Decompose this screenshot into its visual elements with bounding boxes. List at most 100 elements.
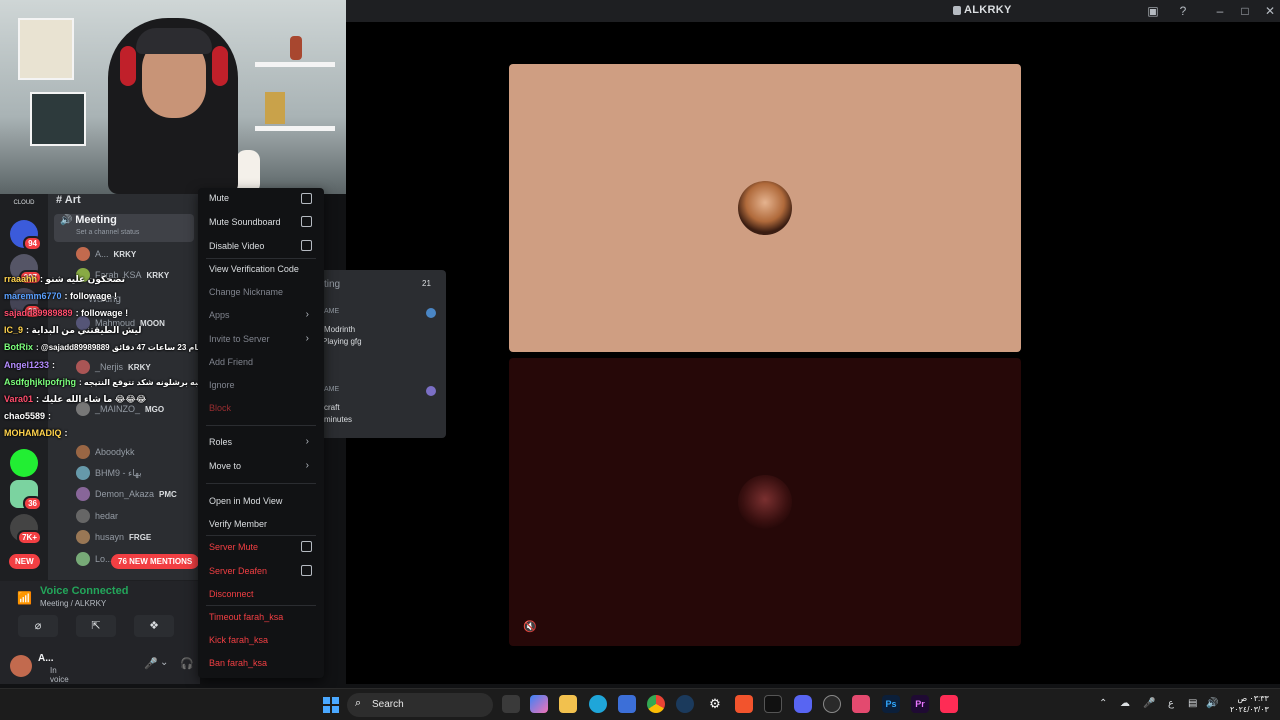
menu-item-label: Open in Mod View [209, 496, 283, 506]
help-icon[interactable]: ? [1176, 4, 1190, 18]
camera-off-button[interactable]: ⌀ [18, 615, 58, 637]
discord-icon[interactable] [794, 695, 812, 713]
menu-item-add-friend[interactable]: Add Friend [209, 357, 253, 367]
menu-item-ban[interactable]: Ban farah_ksa [209, 658, 267, 668]
voice-status[interactable]: Voice Connected [40, 585, 128, 597]
maximize-icon[interactable]: □ [1238, 4, 1252, 18]
steam-icon[interactable] [676, 695, 694, 713]
voice-member[interactable]: Demon_Akaza PMC [76, 485, 177, 503]
inbox-icon[interactable]: ▣ [1146, 4, 1160, 18]
activities-button[interactable]: ❖ [134, 615, 174, 637]
capcut-icon[interactable] [764, 695, 782, 713]
tiktok-icon[interactable] [940, 695, 958, 713]
menu-item-block[interactable]: Block [209, 403, 231, 413]
close-icon[interactable]: ✕ [1263, 4, 1277, 18]
checkbox[interactable] [301, 193, 312, 204]
menu-item-roles[interactable]: Roles [209, 437, 232, 447]
snipping-icon[interactable] [852, 695, 870, 713]
menu-item-disable-video[interactable]: Disable Video [209, 241, 264, 251]
microphone-tray-icon[interactable]: 🎤 [1143, 698, 1155, 709]
voice-member[interactable]: A... KRKY [76, 245, 136, 263]
menu-item-label: Server Mute [209, 542, 259, 552]
menu-item-view-verification-code[interactable]: View Verification Code [209, 264, 299, 274]
screen-share-button[interactable]: ⇱ [76, 615, 116, 637]
windows-start-icon[interactable] [323, 697, 339, 713]
volume-icon[interactable]: 🔊 [1206, 698, 1218, 709]
checkbox[interactable] [301, 216, 312, 227]
network-icon[interactable]: ▤ [1188, 698, 1197, 709]
store-icon[interactable] [618, 695, 636, 713]
voice-location[interactable]: Meeting / ALKRKY [40, 599, 106, 608]
menu-item-mute[interactable]: Mute [209, 193, 229, 203]
minimize-icon[interactable]: – [1213, 4, 1227, 18]
menu-item-verify-member[interactable]: Verify Member [209, 519, 267, 529]
menu-item-label: Ban farah_ksa [209, 658, 268, 668]
menu-item-move-to[interactable]: Move to [209, 461, 241, 471]
menu-item-label: Apps [209, 310, 230, 320]
settings-icon[interactable]: ⚙ [706, 695, 724, 713]
server-icon-cloud[interactable]: CLOUD [10, 196, 38, 210]
menu-item-apps[interactable]: Apps [209, 310, 230, 320]
copilot-icon[interactable] [530, 695, 548, 713]
taskbar-search[interactable]: ⌕ Search [347, 693, 493, 717]
menu-item-kick[interactable]: Kick farah_ksa [209, 635, 268, 645]
menu-item-label: Roles [209, 437, 233, 447]
menu-divider [206, 535, 316, 536]
menu-item-mute-soundboard[interactable]: Mute Soundboard [209, 217, 281, 227]
premiere-icon[interactable]: Pr [911, 695, 929, 713]
menu-item-label: Mute Soundboard [209, 217, 281, 227]
menu-item-disconnect[interactable]: Disconnect [209, 589, 254, 599]
headphones [212, 46, 228, 86]
server-icon[interactable]: 7K+ [10, 514, 42, 545]
voice-member[interactable]: husayn FRGE [76, 528, 151, 546]
menu-item-label: Ignore [209, 380, 235, 390]
brave-icon[interactable] [735, 695, 753, 713]
channel-art[interactable]: # Art [56, 194, 81, 212]
menu-item-server-mute[interactable]: Server Mute [209, 542, 258, 552]
chat-text: : [52, 360, 56, 370]
chat-text: : followage ! [64, 291, 118, 301]
menu-item-invite-to-server[interactable]: Invite to Server [209, 334, 270, 344]
microphone-icon[interactable]: 🎤 [144, 657, 158, 670]
avatar [76, 466, 90, 480]
checkbox[interactable] [301, 240, 312, 251]
file-explorer-icon[interactable] [559, 695, 577, 713]
menu-item-server-deafen[interactable]: Server Deafen [209, 566, 267, 576]
voice-member[interactable]: _Nerjis KRKY [76, 358, 151, 376]
webcam-overlay [0, 0, 346, 194]
language-icon[interactable]: ع [1168, 698, 1174, 709]
server-icon[interactable]: 36 [10, 480, 42, 511]
menu-item-open-in-mod-view[interactable]: Open in Mod View [209, 496, 282, 506]
new-mentions-pill[interactable]: 76 NEW MENTIONS [111, 554, 200, 569]
photoshop-icon[interactable]: Ps [882, 695, 900, 713]
new-badge[interactable]: NEW [9, 554, 40, 569]
voice-member[interactable]: Aboodykk [76, 443, 140, 461]
chat-user: BotRix [4, 342, 33, 352]
chevron-down-icon[interactable]: ⌄ [160, 657, 168, 668]
channel-meeting[interactable]: 🔊 Meeting Set a channel status [54, 214, 194, 242]
voice-member[interactable]: Lo... [76, 550, 113, 568]
checkbox[interactable] [301, 565, 312, 576]
cloud-icon[interactable]: ☁ [1120, 698, 1130, 709]
menu-item-timeout[interactable]: Timeout farah_ksa [209, 612, 283, 622]
menu-item-ignore[interactable]: Ignore [209, 380, 235, 390]
member-name: husayn [95, 532, 125, 542]
headphones-icon[interactable]: 🎧 [180, 657, 194, 670]
voice-member[interactable]: hedar [76, 507, 123, 525]
video-tile-top[interactable] [509, 64, 1021, 352]
chrome-icon[interactable] [647, 695, 665, 713]
tray-chevron-up-icon[interactable]: ⌃ [1099, 698, 1107, 709]
obs-icon[interactable] [823, 695, 841, 713]
checkbox[interactable] [301, 541, 312, 552]
voice-member[interactable]: BHM9 - بهاء [76, 464, 147, 482]
channel-status[interactable]: Set a channel status [76, 229, 139, 236]
menu-item-change-nickname[interactable]: Change Nickname [209, 287, 283, 297]
app-status: minutes [324, 415, 353, 424]
server-icon[interactable]: 94 [10, 220, 42, 251]
app-icon [426, 386, 436, 396]
video-tile-bottom[interactable] [509, 358, 1021, 646]
server-icon[interactable] [10, 449, 38, 477]
taskbar-clock[interactable]: ٠٣:٣٣ ص ٢٠٢٤/٠٣/٠٣ [1230, 693, 1269, 715]
edge-icon[interactable] [589, 695, 607, 713]
task-view-icon[interactable] [502, 695, 520, 713]
